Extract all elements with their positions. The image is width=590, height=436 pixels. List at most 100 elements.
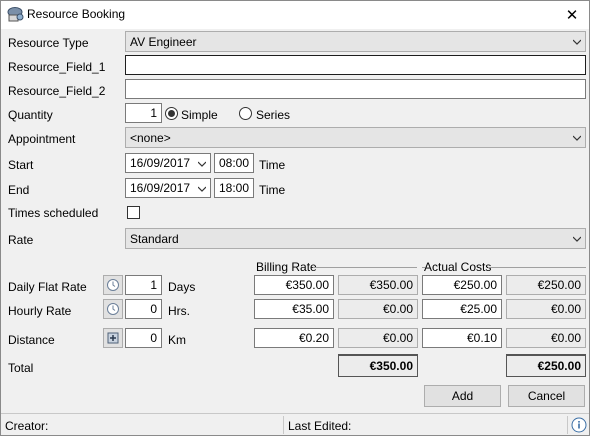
- resource-booking-dialog: Resource Booking ✕ Resource Type AV Engi…: [0, 0, 590, 436]
- daily-billing-value: €350.00: [285, 278, 329, 292]
- end-date-value: 16/09/2017: [130, 181, 191, 195]
- times-scheduled-label: Times scheduled: [8, 206, 99, 220]
- quantity-input[interactable]: 1: [125, 103, 162, 123]
- hourly-actual-value: €25.00: [460, 302, 497, 316]
- field1-label: Resource_Field_1: [8, 60, 106, 74]
- distance-label: Distance: [8, 333, 55, 347]
- hourly-qty-value: 0: [150, 302, 157, 316]
- field1-input[interactable]: [125, 55, 586, 75]
- distance-qty-value: 0: [150, 331, 157, 345]
- appointment-value: <none>: [130, 131, 171, 145]
- add-button[interactable]: Add: [424, 385, 501, 407]
- hourly-billing-value: €35.00: [292, 302, 329, 316]
- end-date-picker[interactable]: 16/09/2017: [125, 178, 211, 198]
- start-time-input[interactable]: 08:00: [214, 153, 254, 173]
- actual-costs-divider: [488, 267, 586, 268]
- daily-billing-input[interactable]: €350.00: [254, 275, 334, 295]
- start-date-picker[interactable]: 16/09/2017: [125, 153, 211, 173]
- rate-label: Rate: [8, 233, 34, 247]
- daily-flat-rate-label: Daily Flat Rate: [8, 280, 87, 294]
- chevron-down-icon: [573, 135, 581, 141]
- distance-actual-total-value: €0.00: [550, 331, 581, 345]
- daily-actual-total: €250.00: [506, 275, 586, 295]
- rate-value: Standard: [130, 232, 179, 246]
- billing-rate-header: Billing Rate: [256, 260, 317, 274]
- status-separator: [283, 416, 284, 434]
- hourly-clock-button[interactable]: [103, 299, 123, 319]
- end-time-value: 18:00: [219, 181, 250, 195]
- window-title: Resource Booking: [27, 7, 126, 21]
- hourly-qty-input[interactable]: 0: [125, 299, 162, 319]
- distance-billing-total: €0.00: [338, 328, 418, 348]
- distance-billing-total-value: €0.00: [382, 331, 413, 345]
- series-label: Series: [256, 108, 291, 122]
- hourly-actual-total-value: €0.00: [550, 302, 581, 316]
- times-scheduled-checkbox[interactable]: [127, 206, 140, 219]
- resource-booking-icon: [7, 7, 24, 22]
- field2-label: Resource_Field_2: [8, 84, 106, 98]
- rate-select[interactable]: Standard: [125, 228, 586, 249]
- daily-clock-button[interactable]: [103, 275, 123, 295]
- chevron-down-icon: [198, 161, 206, 167]
- start-time-label: Time: [259, 158, 286, 172]
- days-unit-label: Days: [168, 280, 196, 294]
- daily-billing-total-value: €350.00: [369, 278, 413, 292]
- quantity-label: Quantity: [8, 108, 53, 122]
- close-button[interactable]: ✕: [555, 1, 589, 29]
- total-actual-value: €250.00: [537, 359, 581, 373]
- chevron-down-icon: [573, 39, 581, 45]
- daily-actual-input[interactable]: €250.00: [422, 275, 502, 295]
- cancel-button[interactable]: Cancel: [508, 385, 585, 407]
- appointment-select[interactable]: <none>: [125, 127, 586, 148]
- distance-map-button[interactable]: [103, 328, 123, 348]
- chevron-down-icon: [573, 236, 581, 242]
- hourly-actual-input[interactable]: €25.00: [422, 299, 502, 319]
- simple-radio[interactable]: [165, 107, 178, 120]
- series-radio[interactable]: [239, 107, 252, 120]
- daily-qty-input[interactable]: 1: [125, 275, 162, 295]
- distance-actual-total: €0.00: [506, 328, 586, 348]
- daily-billing-total: €350.00: [338, 275, 418, 295]
- daily-qty-value: 1: [150, 278, 157, 292]
- total-label: Total: [8, 361, 34, 375]
- billing-rate-divider-2: [338, 267, 416, 268]
- resource-type-select[interactable]: AV Engineer: [125, 31, 586, 52]
- simple-label: Simple: [181, 108, 218, 122]
- field2-input[interactable]: [125, 79, 586, 99]
- chevron-down-icon: [198, 186, 206, 192]
- hourly-billing-input[interactable]: €35.00: [254, 299, 334, 319]
- total-billing: €350.00: [338, 354, 418, 377]
- start-label: Start: [8, 158, 34, 172]
- start-date-value: 16/09/2017: [130, 156, 191, 170]
- title-bar: Resource Booking ✕: [1, 1, 589, 29]
- hourly-billing-total-value: €0.00: [382, 302, 413, 316]
- start-time-value: 08:00: [219, 156, 250, 170]
- hourly-actual-total: €0.00: [506, 299, 586, 319]
- total-billing-value: €350.00: [369, 359, 413, 373]
- hrs-unit-label: Hrs.: [168, 304, 190, 318]
- clock-icon: [107, 303, 119, 315]
- hourly-billing-total: €0.00: [338, 299, 418, 319]
- appointment-label: Appointment: [8, 132, 76, 146]
- clock-icon: [107, 279, 119, 291]
- last-edited-label: Last Edited:: [288, 419, 352, 433]
- distance-qty-input[interactable]: 0: [125, 328, 162, 348]
- distance-billing-value: €0.20: [298, 331, 329, 345]
- hourly-rate-label: Hourly Rate: [8, 304, 72, 318]
- close-icon: ✕: [565, 7, 579, 24]
- end-time-input[interactable]: 18:00: [214, 178, 254, 198]
- quantity-value: 1: [150, 106, 157, 120]
- distance-billing-input[interactable]: €0.20: [254, 328, 334, 348]
- creator-label: Creator:: [5, 419, 49, 433]
- distance-actual-value: €0.10: [466, 331, 497, 345]
- daily-actual-value: €250.00: [453, 278, 497, 292]
- status-bar: Creator: Last Edited:: [1, 413, 589, 435]
- km-unit-label: Km: [168, 333, 186, 347]
- distance-actual-input[interactable]: €0.10: [422, 328, 502, 348]
- status-separator: [567, 416, 568, 434]
- info-icon[interactable]: [571, 417, 587, 433]
- resource-type-value: AV Engineer: [130, 35, 197, 49]
- end-time-label: Time: [259, 183, 286, 197]
- actual-costs-header: Actual Costs: [424, 260, 492, 274]
- end-label: End: [8, 183, 30, 197]
